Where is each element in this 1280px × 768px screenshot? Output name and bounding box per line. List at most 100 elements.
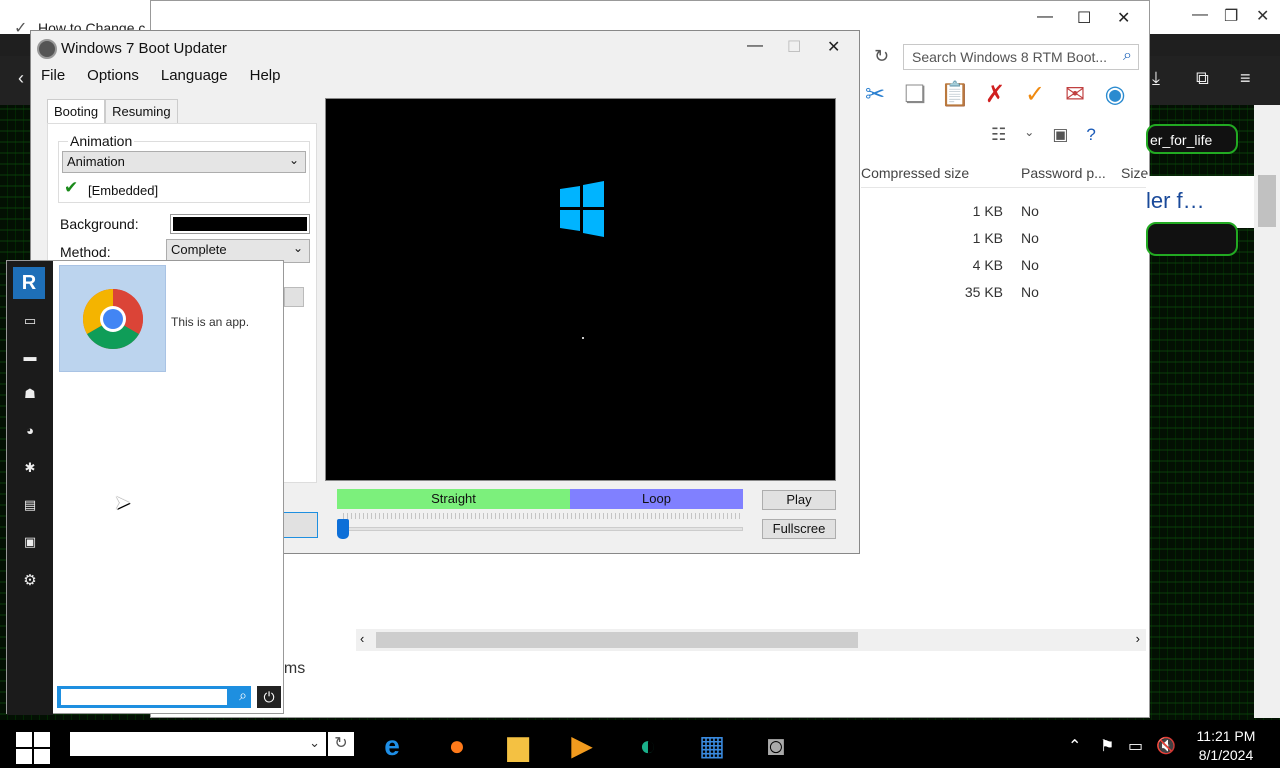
taskbar-clock[interactable]: 11:21 PM 8/1/2024 [1184, 727, 1268, 765]
internet-explorer-icon[interactable]: e [372, 726, 412, 766]
chevron-down-icon[interactable]: ⌄ [309, 735, 320, 751]
secondary-button[interactable] [284, 287, 304, 307]
row-compressed-size: 4 KB [972, 257, 1003, 273]
network-icon[interactable]: ▭ [1128, 736, 1143, 756]
archive-refresh-icon[interactable]: ↻ [874, 46, 889, 67]
monitor-icon[interactable]: ▭ [20, 313, 40, 329]
minimize-icon[interactable]: — [747, 37, 763, 55]
browser-extensions-icon[interactable]: ⧉ [1196, 68, 1209, 89]
fullscreen-button[interactable]: Fullscree [762, 519, 836, 539]
timeline-track[interactable] [343, 527, 743, 531]
web-icon[interactable]: ◉ [1099, 79, 1131, 111]
browser-back-icon[interactable]: ‹ [18, 68, 24, 89]
search-icon[interactable]: ⌕ [239, 687, 247, 704]
column-compressed-size[interactable]: Compressed size [861, 165, 969, 181]
scroll-left-icon[interactable]: ‹ [360, 631, 364, 646]
row-compressed-size: 1 KB [972, 230, 1003, 246]
tab-resuming[interactable]: Resuming [105, 99, 178, 124]
gear-icon[interactable]: ⚙ [20, 571, 40, 589]
menu-file[interactable]: File [41, 67, 65, 84]
preview-pane-icon[interactable]: ▣ [1052, 125, 1068, 145]
launcher-logo-icon[interactable]: R [13, 267, 45, 299]
background-color-swatch[interactable] [170, 214, 310, 234]
method-label: Method: [60, 244, 111, 260]
performance-icon[interactable]: ▤ [20, 497, 40, 513]
browser-restore-icon[interactable]: ❐ [1224, 6, 1238, 26]
display-icon[interactable]: ▣ [20, 534, 40, 550]
cut-icon[interactable]: ✂ [859, 79, 891, 111]
launcher-sidebar: R ▭ ▬ ☗ ◕ ✱ ▤ ▣ ⚙ [7, 261, 53, 715]
globe-icon[interactable]: ◕ [20, 423, 40, 438]
archive-scroll-thumb[interactable] [376, 632, 858, 648]
username-label: er_for_life [1150, 132, 1213, 148]
windows-logo-icon [560, 181, 604, 237]
tab-strip: Booting Resuming [47, 99, 178, 124]
copy-icon[interactable]: ❏ [899, 79, 931, 111]
segment-loop[interactable]: Loop [570, 489, 743, 509]
column-size[interactable]: Size [1121, 165, 1148, 181]
start-windows-icon[interactable] [16, 732, 50, 764]
animation-select[interactable]: Animation ⌄ [62, 151, 306, 173]
email-icon[interactable]: ✉ [1059, 79, 1091, 111]
page-vertical-scrollbar[interactable] [1254, 105, 1280, 718]
folder-icon[interactable]: ▬ [20, 349, 40, 364]
scroll-right-icon[interactable]: › [1136, 631, 1140, 646]
browser-close-icon[interactable]: ✕ [1256, 6, 1269, 26]
menu-help[interactable]: Help [250, 67, 281, 84]
paste-icon[interactable]: 📋 [939, 79, 971, 111]
flag-icon[interactable]: ⚑ [1100, 736, 1114, 756]
settings-gears-icon[interactable]: ✱ [20, 460, 40, 476]
user-icon[interactable]: ☗ [20, 386, 40, 402]
archive-search-input[interactable]: Search Windows 8 RTM Boot... ⌕ [903, 44, 1139, 70]
launcher-search-input[interactable] [61, 689, 227, 705]
heading-panel: ler f… [1146, 176, 1254, 228]
power-icon[interactable]: ⏻ [257, 686, 281, 708]
media-player-icon[interactable]: ▶ [562, 726, 602, 766]
page-scroll-thumb[interactable] [1258, 175, 1276, 227]
view-list-icon[interactable]: ☷ [991, 125, 1006, 145]
help-icon[interactable]: ? [1086, 125, 1095, 145]
boot-updater-taskbar-icon[interactable]: ◙ [756, 726, 796, 766]
control-panel-icon[interactable]: ▦ [692, 726, 732, 766]
apply-button[interactable] [281, 512, 318, 538]
tab-booting[interactable]: Booting [47, 99, 106, 124]
progress-dot [582, 337, 584, 339]
archive-toolbar: ✂ ❏ 📋 ✗ ✓ ✉ ◉ [859, 79, 1131, 115]
close-icon[interactable]: ✕ [827, 37, 840, 57]
archive-close-icon[interactable]: ✕ [1117, 8, 1130, 28]
timeline-thumb[interactable] [337, 519, 349, 539]
animation-select-value: Animation [67, 154, 125, 169]
show-hidden-icons-icon[interactable]: ⌃ [1068, 736, 1081, 756]
delete-icon[interactable]: ✗ [979, 79, 1011, 111]
launcher-search[interactable]: ⌕ [57, 686, 251, 708]
chrome-app-tile[interactable] [59, 265, 166, 372]
browser-menu-icon[interactable]: ≡ [1240, 68, 1251, 89]
archive-horizontal-scrollbar[interactable]: ‹ › [356, 629, 1146, 651]
browser-download-icon[interactable]: ⤓ [1152, 68, 1160, 89]
file-explorer-icon[interactable]: ▆ [498, 726, 538, 766]
taskbar-address-input[interactable]: ⌄ [70, 732, 326, 756]
row-password: No [1021, 284, 1039, 300]
chevron-down-icon[interactable]: ⌄ [1024, 125, 1034, 145]
archive-search-placeholder: Search Windows 8 RTM Boot... [912, 49, 1108, 65]
firefox-icon[interactable]: ● [437, 726, 477, 766]
browser-minimize-icon[interactable]: — [1192, 6, 1208, 24]
play-button[interactable]: Play [762, 490, 836, 510]
action-pill[interactable] [1146, 222, 1238, 256]
volume-muted-icon[interactable]: 🔇 [1156, 736, 1176, 756]
page-heading: ler f… [1146, 188, 1205, 213]
menu-options[interactable]: Options [87, 67, 139, 84]
archive-minimize-icon[interactable]: — [1037, 8, 1053, 26]
timeline-slider[interactable] [337, 511, 745, 539]
refresh-icon[interactable]: ↻ [328, 732, 354, 756]
row-compressed-size: 1 KB [972, 203, 1003, 219]
username-pill[interactable]: er_for_life [1146, 124, 1238, 154]
background-label: Background: [60, 216, 139, 232]
column-password[interactable]: Password p... [1021, 165, 1106, 181]
segment-straight[interactable]: Straight [337, 489, 570, 509]
browser-tab-favicon-icon: ✓ [14, 20, 28, 37]
test-icon[interactable]: ✓ [1019, 79, 1051, 111]
copilot-icon[interactable]: ◐ [628, 726, 668, 766]
archive-maximize-icon[interactable]: ☐ [1077, 8, 1091, 28]
menu-language[interactable]: Language [161, 67, 228, 84]
